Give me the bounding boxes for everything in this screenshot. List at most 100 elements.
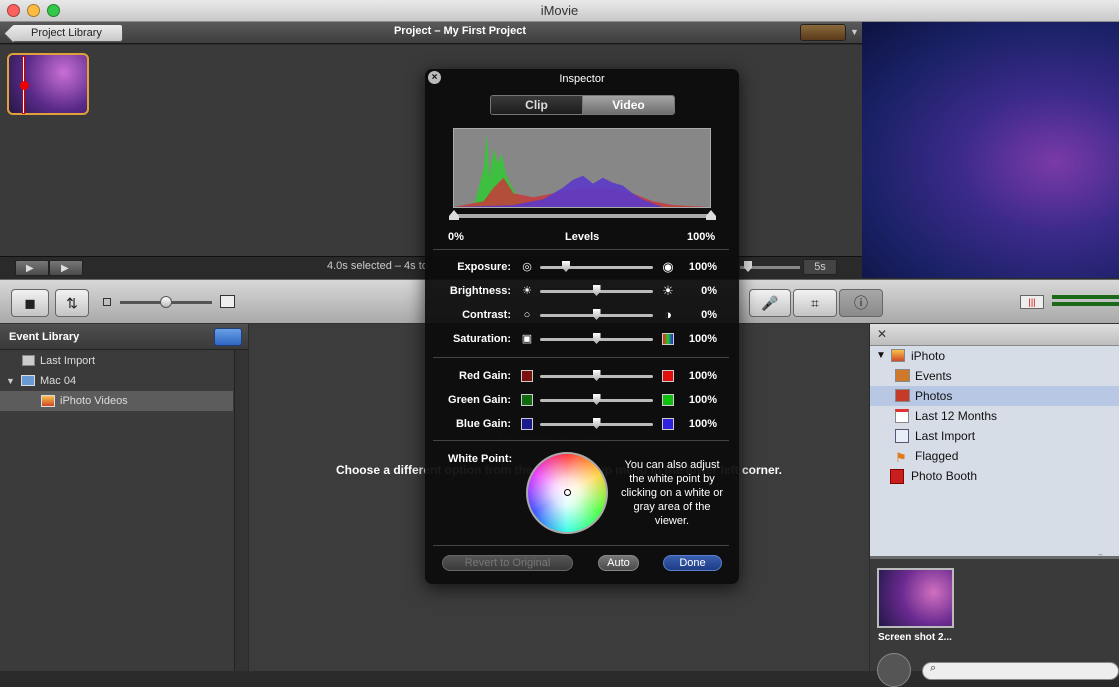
photo-thumbnail[interactable] xyxy=(877,568,954,628)
levels-label: Levels xyxy=(565,231,600,243)
iphoto-icon xyxy=(891,349,905,362)
viewer[interactable] xyxy=(862,22,1119,278)
tab-video[interactable]: Video xyxy=(583,96,674,114)
small-thumbnail-icon xyxy=(103,298,111,306)
events-icon xyxy=(895,369,910,382)
audio-level-meter xyxy=(1052,295,1119,299)
inspector-tabs: Clip Video xyxy=(490,95,675,115)
project-library-button[interactable]: Project Library xyxy=(12,24,123,42)
play-full-screen-button[interactable]: ▶ xyxy=(15,260,49,276)
title-bar: iMovie xyxy=(0,0,1119,22)
levels-histogram xyxy=(453,128,711,208)
photos-item-label: Photos xyxy=(915,389,953,403)
contrast-value: 0% xyxy=(701,309,717,321)
photos-item-flagged[interactable]: ⚑ Flagged xyxy=(870,446,1119,466)
photos-item-last-import[interactable]: Last Import xyxy=(870,426,1119,446)
project-title: Project – My First Project xyxy=(393,25,527,37)
photos-item-last-12-months[interactable]: Last 12 Months xyxy=(870,406,1119,426)
disclosure-triangle-icon[interactable]: ▼ xyxy=(6,371,15,391)
photos-browser-header: ✕ xyxy=(870,324,1119,346)
divider xyxy=(433,545,729,546)
divider xyxy=(433,357,729,358)
done-button[interactable]: Done xyxy=(663,555,722,571)
event-item-label: Last Import xyxy=(40,355,96,367)
saturation-value: 100% xyxy=(688,333,717,345)
white-point-hint: You can also adjust the white point by c… xyxy=(620,459,724,527)
photos-icon xyxy=(895,389,910,402)
revert-to-original-button[interactable]: Revert to Original xyxy=(442,555,573,571)
play-slideshow-button[interactable] xyxy=(877,653,911,687)
event-item-iphoto-videos[interactable]: iPhoto Videos xyxy=(0,391,233,411)
project-header: Project Library Project – My First Proje… xyxy=(0,22,862,44)
divider xyxy=(433,440,729,441)
photos-root-iphoto[interactable]: ▼ iPhoto xyxy=(870,346,1119,366)
event-item-label: iPhoto Videos xyxy=(60,395,128,407)
photos-item-label: Photo Booth xyxy=(911,469,978,483)
contrast-label: Contrast: xyxy=(462,309,511,321)
camera-import-icon[interactable]: ◼ xyxy=(11,289,49,317)
photos-item-events[interactable]: Events xyxy=(870,366,1119,386)
photo-thumbnail-caption: Screen shot 2... xyxy=(878,632,952,643)
calendar-icon xyxy=(895,409,909,423)
photos-item-label: Flagged xyxy=(915,449,959,463)
levels-slider[interactable] xyxy=(453,214,711,218)
green-gain-low-swatch-icon xyxy=(521,394,533,406)
red-gain-value: 100% xyxy=(688,370,717,382)
photos-item-label: Events xyxy=(915,369,952,383)
contrast-low-icon: ○ xyxy=(523,309,531,321)
exposure-slider[interactable] xyxy=(540,266,653,269)
auto-button[interactable]: Auto xyxy=(598,555,639,571)
voiceover-microphone-icon[interactable]: 🎤 xyxy=(749,289,791,317)
photos-root-label: iPhoto xyxy=(911,349,946,363)
saturation-low-icon: ▣ xyxy=(521,333,533,345)
brightness-value: 0% xyxy=(701,285,717,297)
playhead-marker-icon xyxy=(20,81,29,90)
zoom-duration-label[interactable]: 5s xyxy=(803,259,837,275)
search-icon: ⌕ xyxy=(930,662,937,674)
play-button[interactable]: ▶ xyxy=(49,260,83,276)
crop-icon[interactable]: ⌗ xyxy=(793,289,837,317)
green-gain-label: Green Gain: xyxy=(448,394,511,406)
levels-min-label: 0% xyxy=(448,231,464,243)
large-thumbnail-icon xyxy=(220,295,235,308)
chevron-down-icon[interactable]: ▼ xyxy=(850,27,859,37)
photos-item-photos[interactable]: Photos xyxy=(870,386,1119,406)
red-gain-low-swatch-icon xyxy=(521,370,533,382)
event-item-label: Mac 04 xyxy=(40,375,77,387)
tab-clip[interactable]: Clip xyxy=(491,96,583,114)
comment-markers-icon[interactable] xyxy=(800,24,846,41)
event-library-eject-icon[interactable] xyxy=(214,328,242,346)
event-library-scrollbar[interactable] xyxy=(234,350,248,671)
search-input[interactable] xyxy=(922,662,1119,680)
audio-waveform-icon[interactable]: ||| xyxy=(1020,295,1044,309)
minimize-window-icon[interactable] xyxy=(27,4,40,17)
event-item-mac[interactable]: ▼ Mac 04 xyxy=(0,371,233,391)
flag-icon: ⚑ xyxy=(895,450,907,465)
thumbnail-size-thumb[interactable] xyxy=(160,296,172,308)
inspector-title: Inspector xyxy=(559,73,605,85)
exposure-value: 100% xyxy=(688,261,717,273)
levels-max-label: 100% xyxy=(687,231,716,243)
import-icon xyxy=(895,429,909,443)
photos-item-label: Last 12 Months xyxy=(915,409,998,423)
white-point-marker[interactable] xyxy=(564,489,571,496)
event-library-title: Event Library xyxy=(9,331,80,343)
white-point-label: White Point: xyxy=(448,453,513,465)
red-gain-label: Red Gain: xyxy=(459,370,511,382)
exposure-label: Exposure: xyxy=(457,261,511,273)
close-icon[interactable]: ✕ xyxy=(874,327,890,342)
brightness-label: Brightness: xyxy=(449,285,511,297)
selection-info: 4.0s selected – 4s total xyxy=(327,260,427,272)
audio-level-meter xyxy=(1052,302,1119,306)
sun-small-icon: ☀ xyxy=(522,285,532,297)
filmstrip-icon xyxy=(22,355,35,366)
photos-item-photo-booth[interactable]: Photo Booth xyxy=(870,466,1119,486)
close-window-icon[interactable] xyxy=(7,4,20,17)
photos-item-label: Last Import xyxy=(915,429,976,443)
zoom-window-icon[interactable] xyxy=(47,4,60,17)
iphoto-icon xyxy=(41,395,55,407)
inspector-info-icon[interactable]: ⓘ xyxy=(839,289,883,317)
disclosure-triangle-icon[interactable]: ▼ xyxy=(876,346,886,366)
event-item-last-import[interactable]: Last Import xyxy=(0,351,233,371)
swap-events-projects-icon[interactable]: ⇅ xyxy=(55,289,89,317)
